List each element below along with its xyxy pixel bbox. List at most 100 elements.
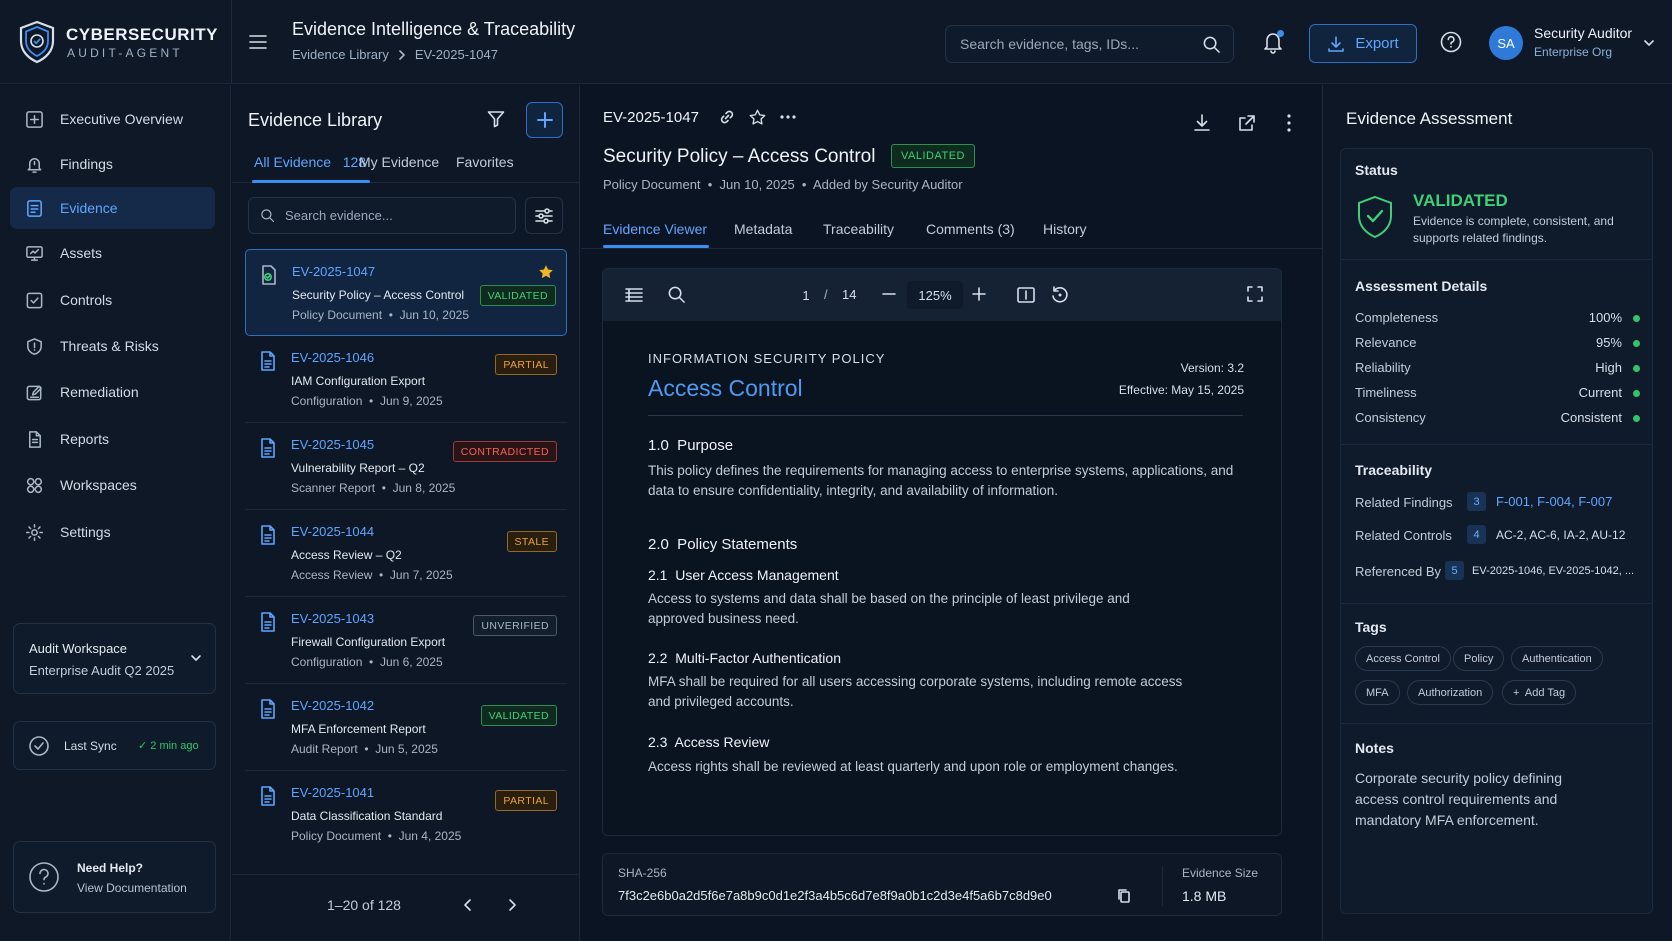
search-icon[interactable] [667,285,686,304]
breadcrumb-link[interactable]: Evidence Library [292,47,389,62]
workspace-selector[interactable]: Audit Workspace Enterprise Audit Q2 2025 [13,623,216,694]
page-number-input[interactable]: 1 [786,282,826,308]
global-search-input[interactable] [960,26,1190,62]
more-horizontal-icon[interactable] [779,109,797,125]
copy-icon[interactable] [1117,888,1131,904]
evidence-list-item[interactable]: EV-2025-1041 Data Classification Standar… [245,771,567,858]
sidebar-item-label: Remediation [60,384,139,400]
help-circle-icon[interactable] [1440,31,1462,53]
add-evidence-button[interactable] [526,102,563,138]
add-tag-button[interactable]: + Add Tag [1502,680,1577,705]
status-description: Evidence is complete, consistent, and su… [1413,214,1614,245]
sidebar-item-controls[interactable]: Controls [10,279,215,321]
evidence-list-item[interactable]: EV-2025-1043 Firewall Configuration Expo… [245,597,567,684]
external-link-icon[interactable] [1237,113,1257,133]
fullscreen-icon[interactable] [1246,285,1264,303]
top-bar: CYBERSECURITY AUDIT-AGENT Evidence Intel… [0,0,1672,84]
chevron-left-icon[interactable] [460,897,476,913]
tag-chip[interactable]: Authentication [1511,646,1603,671]
sidebar-item-workspaces[interactable]: Workspaces [10,464,215,506]
download-icon[interactable] [1192,113,1212,133]
tab-evidence-viewer[interactable]: Evidence Viewer [603,221,707,237]
rotate-icon[interactable] [1050,285,1070,305]
sidebar-item-settings[interactable]: Settings [10,511,215,553]
sidebar-item-remediation[interactable]: Remediation [10,371,215,413]
evidence-list-item[interactable]: EV-2025-1042 MFA Enforcement Report Audi… [245,684,567,771]
library-search[interactable] [248,197,516,234]
status-badge: VALIDATED [479,285,556,306]
sidebar-item-evidence[interactable]: Evidence [10,187,215,229]
sidebar-item-threats-risks[interactable]: Threats & Risks [10,325,215,367]
hash-card: SHA-256 7f3c2e6b0a2d5f6e7a8b9c0d1e2f3a4b… [602,853,1282,916]
page-layout-icon[interactable] [1016,285,1036,305]
sidebar-item-assets[interactable]: Assets [10,232,215,274]
star-filled-icon[interactable] [538,264,554,280]
tab-traceability[interactable]: Traceability [823,221,894,237]
search-icon[interactable] [1202,35,1221,54]
zoom-in-icon[interactable] [971,286,987,302]
document-icon [261,351,275,371]
brand-name: CYBERSECURITY [66,25,218,44]
sidebar-item-label: Assets [60,245,103,261]
view-documentation-link[interactable]: View Documentation [77,881,187,895]
export-button[interactable]: Export [1309,24,1417,63]
breadcrumb: Evidence Library EV-2025-1047 [292,47,498,62]
filter-settings-button[interactable] [525,197,563,234]
filter-icon[interactable] [486,109,506,129]
avatar[interactable]: SA [1489,26,1523,60]
global-search[interactable] [945,25,1234,63]
sync-label: Last Sync [64,739,117,753]
evidence-list-item[interactable]: EV-2025-1044 Access Review – Q2 Access R… [245,510,567,597]
chevron-right-icon[interactable] [504,897,520,913]
user-name[interactable]: Security Auditor [1534,25,1632,41]
traceability-links[interactable]: EV-2025-1046, EV-2025-1042, ... [1472,565,1634,577]
hamburger-menu-button[interactable] [246,30,270,54]
evidence-id: EV-2025-1041 [291,785,375,800]
document-page: INFORMATION SECURITY POLICY Access Contr… [603,321,1281,835]
star-outline-icon[interactable] [749,109,766,126]
thumbnails-icon[interactable] [624,285,644,305]
zoom-level[interactable]: 125% [907,281,963,309]
detail-row: Reliability High [1355,360,1640,380]
tab-comments[interactable]: Comments (3) [926,221,1015,237]
evidence-date: Jun 10, 2025 [399,308,469,322]
divider [648,415,1243,416]
detail-row: Timeliness Current [1355,385,1640,405]
more-vertical-icon[interactable] [1281,113,1297,133]
evidence-id: EV-2025-1044 [291,524,375,539]
tab-my-evidence[interactable]: My Evidence [359,154,439,170]
tag-chip[interactable]: Policy [1453,646,1505,671]
chevron-down-icon[interactable] [1643,37,1655,49]
sidebar-item-executive-overview[interactable]: Executive Overview [10,98,215,140]
help-circle-icon [29,862,59,892]
evidence-list-item-selected[interactable]: EV-2025-1047 Security Policy – Access Co… [245,249,567,336]
sidebar-item-reports[interactable]: Reports [10,418,215,460]
tag-chip[interactable]: Authorization [1407,680,1494,705]
export-label: Export [1355,35,1399,52]
help-card[interactable]: Need Help? View Documentation [13,841,216,913]
tag-chip[interactable]: MFA [1355,680,1400,705]
traceability-links[interactable]: F-001, F-004, F-007 [1496,494,1612,509]
tab-history[interactable]: History [1043,221,1087,237]
status-dot [1633,365,1640,372]
evidence-list-item[interactable]: EV-2025-1045 Vulnerability Report – Q2 S… [245,423,567,510]
zoom-out-icon[interactable] [881,286,897,302]
count-badge: 4 [1467,525,1486,544]
tag-chip[interactable]: Access Control [1355,646,1451,671]
traceability-links[interactable]: AC-2, AC-6, IA-2, AU-12 [1496,528,1625,542]
library-title: Evidence Library [248,110,383,130]
search-icon [261,209,275,223]
tab-metadata[interactable]: Metadata [734,221,792,237]
library-search-input[interactable] [285,198,505,233]
tab-favorites[interactable]: Favorites [456,154,514,170]
traceability-row[interactable]: Related Findings 3 F-001, F-004, F-007 [1355,492,1640,514]
traceability-row[interactable]: Referenced By 5 EV-2025-1046, EV-2025-1042… [1355,561,1640,583]
sidebar-item-findings[interactable]: Findings [10,143,215,185]
count-badge: 3 [1467,492,1486,511]
tab-all-evidence[interactable]: All Evidence 128 [254,154,366,170]
evidence-list-item[interactable]: EV-2025-1046 IAM Configuration Export Co… [245,336,567,423]
brand-logo[interactable]: CYBERSECURITY AUDIT-AGENT [18,20,233,66]
traceability-row[interactable]: Related Controls 4 AC-2, AC-6, IA-2, AU-12 [1355,525,1640,547]
link-icon[interactable] [719,109,735,125]
evidence-id-heading: EV-2025-1047 [603,109,699,126]
